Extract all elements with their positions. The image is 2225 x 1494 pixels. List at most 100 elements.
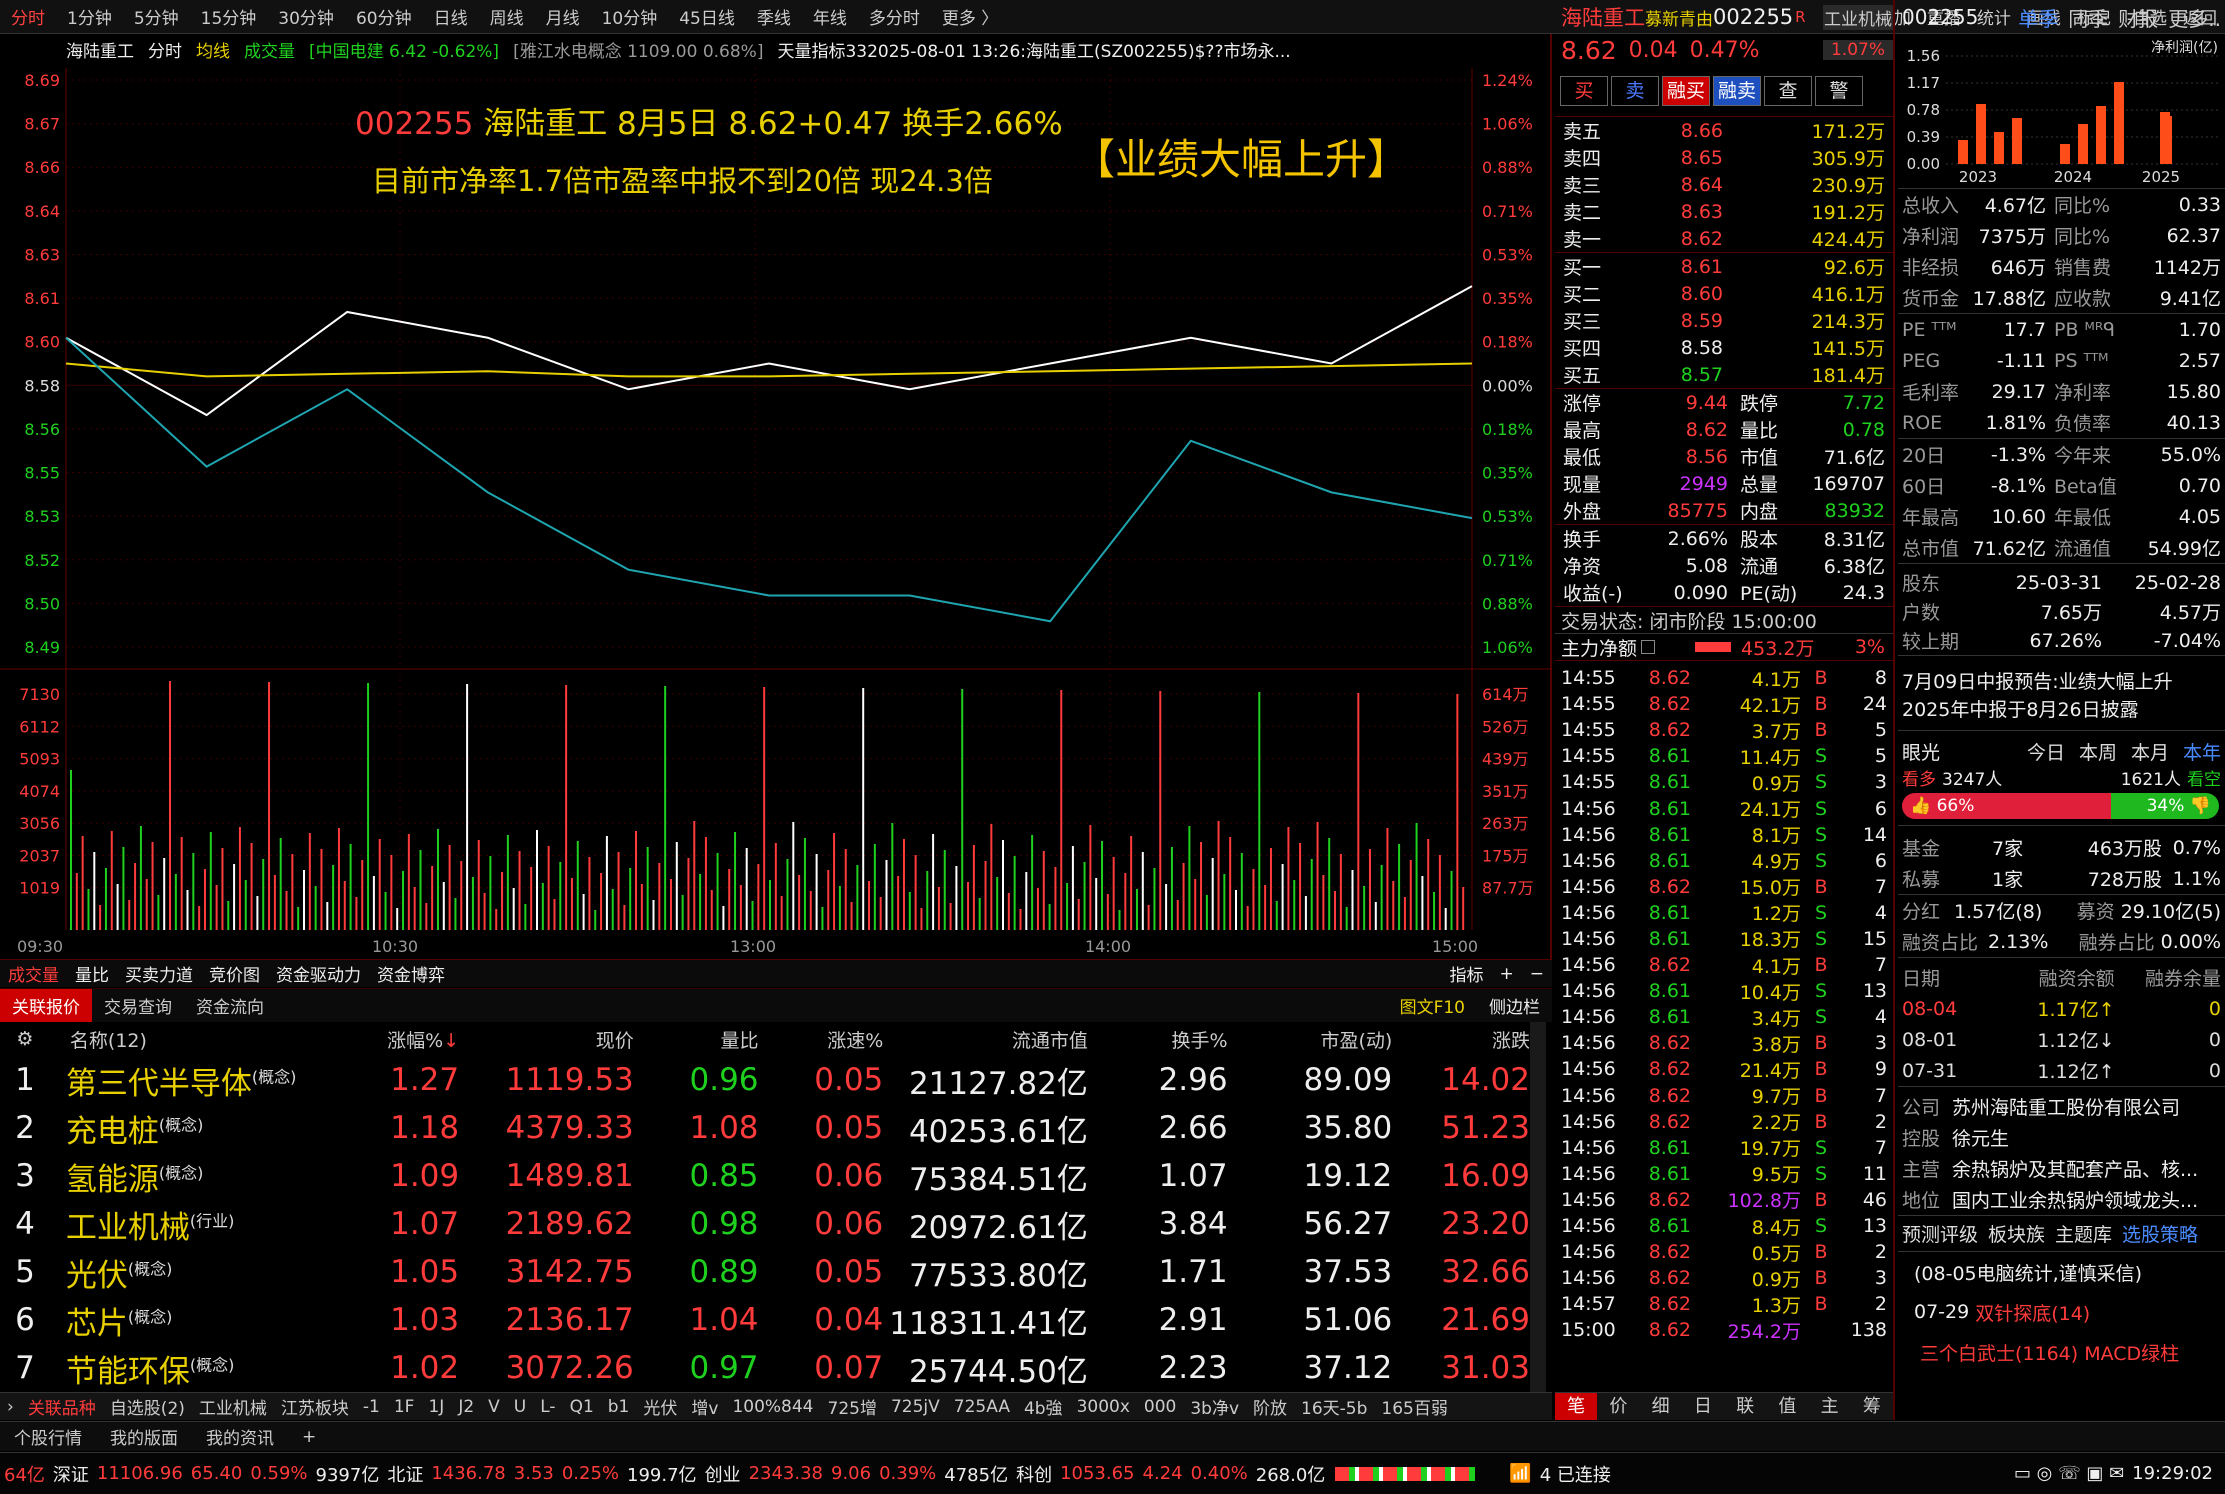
news-item[interactable]: (08-05电脑统计,谨慎采信) xyxy=(1898,1252,2225,1292)
bottom-tab[interactable]: 725AA xyxy=(947,1397,1017,1417)
indicator-tab[interactable]: 资金驱动力 xyxy=(268,961,369,986)
bottom-tab[interactable]: 光伏 xyxy=(636,1394,684,1419)
indicator-tab[interactable]: 竞价图 xyxy=(201,961,268,986)
table-row[interactable]: 1 第三代半导体(概念) 1.27 1119.53 0.96 0.05 21127.82亿 2… xyxy=(0,1056,1530,1104)
period-tab[interactable]: 更多 〉 xyxy=(931,4,1009,29)
col-diff-header[interactable]: 涨跌 xyxy=(1392,1026,1530,1053)
settings-icon[interactable]: ⚙ xyxy=(0,1028,50,1050)
col-pe-header[interactable]: 市盈(动) xyxy=(1228,1026,1392,1053)
main-net-icon[interactable] xyxy=(1641,640,1656,654)
bottom-tab[interactable]: V xyxy=(481,1397,507,1417)
period-tab[interactable]: 周线 xyxy=(479,4,535,29)
bottom-tab[interactable]: 3b净v xyxy=(1183,1394,1246,1419)
quote-tab[interactable]: 细 xyxy=(1640,1393,1682,1420)
table-row[interactable]: 6 芯片(概念) 1.03 2136.17 1.04 0.04 118311.41亿 2.91… xyxy=(0,1296,1530,1344)
book-row[interactable]: 买四 8.58 141.5万 xyxy=(1555,334,1893,361)
period-tab[interactable]: 5分钟 xyxy=(123,4,190,29)
status-cy-label[interactable]: 创业 xyxy=(701,1461,745,1487)
company-row[interactable]: 公司 苏州海陆重工股份有限公司 xyxy=(1898,1091,2225,1122)
indicator-tab[interactable]: 资金博弈 xyxy=(369,961,453,986)
sub-tab[interactable]: 资金流向 xyxy=(184,993,276,1018)
bottom-tab[interactable]: 000 xyxy=(1137,1397,1183,1417)
bottom-tab[interactable]: 4b強 xyxy=(1017,1394,1070,1419)
fund-link[interactable]: 主题库 xyxy=(2055,1220,2112,1247)
bottom-tab[interactable]: 阶放 xyxy=(1246,1394,1294,1419)
indicator-action[interactable]: 指标 xyxy=(1442,961,1492,986)
table-row[interactable]: 7 节能环保(概念) 1.02 3072.26 0.97 0.07 25744.50亿 2.2… xyxy=(0,1344,1530,1392)
main-net-label[interactable]: 主力净额 xyxy=(1561,634,1637,661)
quote-tab[interactable]: 价 xyxy=(1597,1393,1639,1420)
bear-bar[interactable]: 34% 👎 xyxy=(2111,793,2219,819)
bottom-tab[interactable]: 自选股(2) xyxy=(103,1394,192,1419)
company-row[interactable]: 地位 国内工业余热锅炉领域龙头... xyxy=(1898,1184,2225,1215)
fund-tab[interactable]: 同季 xyxy=(2068,3,2108,32)
bottom-tab[interactable]: 725增 xyxy=(821,1394,884,1419)
col-speed-header[interactable]: 涨速% xyxy=(759,1026,883,1053)
chevron-right-icon[interactable]: › xyxy=(0,1397,21,1417)
quote-tab[interactable]: 日 xyxy=(1682,1393,1724,1420)
notice-block[interactable]: 7月09日中报预告:业绩大幅上升 2025年中报于8月26日披露 xyxy=(1898,655,2225,730)
period-tab[interactable]: 45日线 xyxy=(668,4,746,29)
trade-button[interactable]: 查 xyxy=(1764,76,1812,106)
book-row[interactable]: 卖二 8.63 191.2万 xyxy=(1555,198,1893,225)
sector-name[interactable]: 第三代半导体(概念) xyxy=(50,1058,349,1103)
layout-tab[interactable]: 我的版面 xyxy=(96,1424,192,1449)
book-row[interactable]: 买五 8.57 181.4万 xyxy=(1555,361,1893,388)
layout-tab[interactable]: 我的资讯 xyxy=(192,1424,288,1449)
bottom-tab[interactable]: 165百弱 xyxy=(1374,1394,1454,1419)
period-tab[interactable]: 10分钟 xyxy=(591,4,669,29)
connection-status[interactable]: 4 已连接 xyxy=(1536,1461,1615,1487)
quote-tab[interactable]: 主 xyxy=(1809,1393,1851,1420)
book-row[interactable]: 买一 8.61 92.6万 xyxy=(1555,253,1893,280)
bull-bar[interactable]: 👍 66% xyxy=(1902,793,2112,819)
col-chg-header[interactable]: 涨幅%↓ xyxy=(349,1026,459,1053)
bottom-tab[interactable]: 3000x xyxy=(1070,1397,1137,1417)
table-row[interactable]: 3 氢能源(概念) 1.09 1489.81 0.85 0.06 75384.51亿 1.07… xyxy=(0,1152,1530,1200)
period-tab[interactable]: 日线 xyxy=(423,4,479,29)
bottom-tab[interactable]: 100%844 xyxy=(725,1397,820,1417)
period-tab[interactable]: 年线 xyxy=(802,4,858,29)
quote-tab[interactable]: 笔 xyxy=(1555,1393,1598,1420)
bottom-tab[interactable]: 工业机械 xyxy=(192,1394,274,1419)
eye-tab[interactable]: 本月 xyxy=(2131,738,2169,765)
fund-tab[interactable]: 更多.. xyxy=(2168,3,2221,32)
col-name-header[interactable]: 名称(12) xyxy=(50,1026,349,1053)
book-row[interactable]: 买二 8.60 416.1万 xyxy=(1555,280,1893,307)
sub-tab-right[interactable]: 侧边栏 xyxy=(1477,993,1552,1018)
fund-link[interactable]: 预测评级 xyxy=(1902,1220,1978,1247)
sub-tab-right[interactable]: 图文F10 xyxy=(1388,993,1477,1018)
eye-tab[interactable]: 今日 xyxy=(2027,738,2065,765)
quote-tab[interactable]: 值 xyxy=(1766,1393,1808,1420)
indicator-action[interactable]: + xyxy=(1492,964,1522,984)
sector-name[interactable]: 光伏(概念) xyxy=(50,1250,349,1295)
period-tab[interactable]: 1分钟 xyxy=(56,4,123,29)
sector-name[interactable]: 工业机械(行业) xyxy=(50,1202,349,1247)
trade-button[interactable]: 卖 xyxy=(1611,76,1659,106)
bottom-tab[interactable]: 725jV xyxy=(884,1397,947,1417)
trade-button[interactable]: 融买 xyxy=(1662,76,1710,106)
quote-tab[interactable]: 联 xyxy=(1724,1393,1766,1420)
fund-link[interactable]: 板块族 xyxy=(1988,1220,2045,1247)
book-row[interactable]: 卖五 8.66 171.2万 xyxy=(1555,117,1893,144)
eye-tab[interactable]: 本年 xyxy=(2183,738,2221,765)
book-row[interactable]: 卖三 8.64 230.9万 xyxy=(1555,171,1893,198)
quote-tab[interactable]: 筹 xyxy=(1851,1393,1893,1420)
fund-tab[interactable]: 财报 xyxy=(2118,3,2158,32)
sector-name[interactable]: 芯片(概念) xyxy=(50,1298,349,1343)
book-row[interactable]: 卖四 8.65 305.9万 xyxy=(1555,144,1893,171)
period-tab[interactable]: 季线 xyxy=(746,4,802,29)
col-vr-header[interactable]: 量比 xyxy=(634,1026,759,1053)
sub-tab[interactable]: 关联报价 xyxy=(0,989,92,1022)
sector-name[interactable]: 节能环保(概念) xyxy=(50,1346,349,1391)
period-tab[interactable]: 15分钟 xyxy=(190,4,268,29)
status-icons[interactable]: ▭ ◎ ☏ ▣ ✉ xyxy=(2010,1463,2128,1484)
layout-tab[interactable]: + xyxy=(288,1427,330,1447)
bottom-tab[interactable]: -1 xyxy=(356,1397,387,1417)
bottom-tab[interactable]: L- xyxy=(533,1397,562,1417)
table-row[interactable]: 2 充电桩(概念) 1.18 4379.33 1.08 0.05 40253.61亿 2.66… xyxy=(0,1104,1530,1152)
period-tab[interactable]: 30分钟 xyxy=(267,4,345,29)
table-row[interactable]: 4 工业机械(行业) 1.07 2189.62 0.98 0.06 20972.61亿 3.8… xyxy=(0,1200,1530,1248)
layout-tab[interactable]: 个股行情 xyxy=(0,1424,96,1449)
bottom-tab[interactable]: J2 xyxy=(451,1397,481,1417)
tick-list[interactable]: 14:55 8.62 4.1万 B 8 14:55 8.62 42.1万 B 24 14:55 8.6… xyxy=(1555,660,1893,1343)
